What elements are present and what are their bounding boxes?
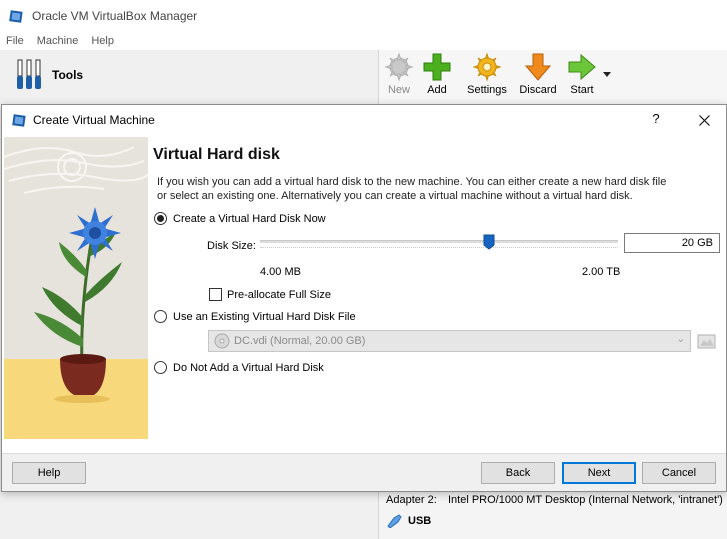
preallocate-checkbox[interactable]: Pre-allocate Full Size [209, 288, 331, 301]
tools-item[interactable]: Tools [14, 58, 83, 92]
tools-icon [17, 59, 41, 89]
add-button-label: Add [427, 84, 447, 96]
radio-circle[interactable] [154, 310, 167, 323]
manager-details-pane: Adapter 2: Intel PRO/1000 MT Desktop (Int… [379, 492, 727, 539]
manager-toolbar: New Add Settings Discard Start [379, 50, 727, 104]
disk-size-input[interactable]: 20 GB [624, 233, 720, 253]
checkbox-box[interactable] [209, 288, 222, 301]
disk-size-slider-thumb[interactable] [483, 234, 495, 250]
dialog-close-button[interactable] [692, 109, 716, 131]
network-adapter-row: Adapter 2: Intel PRO/1000 MT Desktop (Int… [386, 494, 723, 506]
slider-max-label: 2.00 TB [582, 266, 621, 278]
dialog-button-bar: Help Back Next Cancel [2, 453, 726, 491]
close-icon [698, 114, 710, 126]
cancel-button[interactable]: Cancel [642, 462, 716, 484]
chevron-down-icon: ⌄ [676, 334, 685, 345]
new-button[interactable]: New [383, 52, 415, 104]
virtualbox-dialog-icon [12, 114, 26, 127]
usb-section-header[interactable]: USB [386, 514, 431, 528]
menu-machine[interactable]: Machine [37, 35, 79, 47]
context-help-button[interactable]: ? [646, 111, 666, 126]
add-button[interactable]: Add [421, 52, 453, 104]
manager-window-title: Oracle VM VirtualBox Manager [32, 9, 198, 23]
preallocate-label: Pre-allocate Full Size [227, 288, 331, 301]
choose-disk-folder-icon[interactable] [697, 331, 717, 351]
discard-button[interactable]: Discard [517, 52, 559, 104]
add-plus-icon [423, 53, 451, 81]
radio-use-existing-disk-label: Use an Existing Virtual Hard Disk File [173, 310, 356, 323]
create-vm-dialog: Create Virtual Machine ? Virtual Hard di… [1, 104, 727, 492]
start-arrow-right-icon [568, 53, 596, 81]
radio-circle[interactable] [154, 212, 167, 225]
slider-min-label: 4.00 MB [260, 266, 301, 278]
next-button[interactable]: Next [562, 462, 636, 484]
radio-selected-dot [157, 215, 164, 222]
start-button[interactable]: Start [565, 52, 599, 104]
dialog-title: Create Virtual Machine [33, 113, 155, 127]
adapter-value: Intel PRO/1000 MT Desktop (Internal Netw… [448, 494, 723, 506]
new-gear-icon [384, 52, 414, 82]
settings-button-label: Settings [467, 84, 507, 96]
virtualbox-app-icon [9, 10, 23, 23]
help-button[interactable]: Help [12, 462, 86, 484]
manager-titlebar: Oracle VM VirtualBox Manager [0, 0, 727, 32]
adapter-key: Adapter 2: [386, 494, 437, 506]
radio-circle[interactable] [154, 361, 167, 374]
page-heading: Virtual Hard disk [153, 146, 280, 163]
page-description: If you wish you can add a virtual hard d… [157, 176, 667, 202]
radio-use-existing-disk[interactable]: Use an Existing Virtual Hard Disk File [154, 310, 356, 323]
existing-disk-value: DC.vdi (Normal, 20.00 GB) [234, 335, 366, 347]
usb-label: USB [408, 515, 432, 527]
start-button-label: Start [570, 84, 594, 96]
radio-create-disk-now-label: Create a Virtual Hard Disk Now [173, 212, 326, 225]
disk-size-slider-track[interactable] [260, 240, 618, 243]
manager-menubar: File Machine Help [0, 32, 727, 50]
disk-image-icon [214, 333, 230, 349]
disk-size-label: Disk Size: [207, 240, 256, 252]
new-button-label: New [387, 84, 410, 96]
dialog-titlebar: Create Virtual Machine ? [2, 105, 726, 135]
existing-disk-select[interactable]: DC.vdi (Normal, 20.00 GB) ⌄ [208, 330, 691, 352]
radio-do-not-add-disk-label: Do Not Add a Virtual Hard Disk [173, 361, 324, 374]
wizard-flower-illustration [4, 137, 148, 439]
settings-button[interactable]: Settings [465, 52, 509, 104]
discard-button-label: Discard [519, 84, 557, 96]
disk-size-slider-ticks [260, 247, 618, 249]
back-button[interactable]: Back [481, 462, 555, 484]
dialog-body: Virtual Hard disk If you wish you can ad… [2, 135, 726, 453]
tools-label: Tools [52, 68, 84, 82]
settings-gear-icon [472, 52, 502, 82]
menu-help[interactable]: Help [91, 35, 114, 47]
usb-icon [387, 514, 402, 528]
radio-do-not-add-disk[interactable]: Do Not Add a Virtual Hard Disk [154, 361, 324, 374]
radio-create-disk-now[interactable]: Create a Virtual Hard Disk Now [154, 212, 326, 225]
discard-arrow-down-icon [524, 53, 552, 81]
menu-file[interactable]: File [6, 35, 24, 47]
start-dropdown-arrow-icon[interactable] [603, 72, 611, 78]
